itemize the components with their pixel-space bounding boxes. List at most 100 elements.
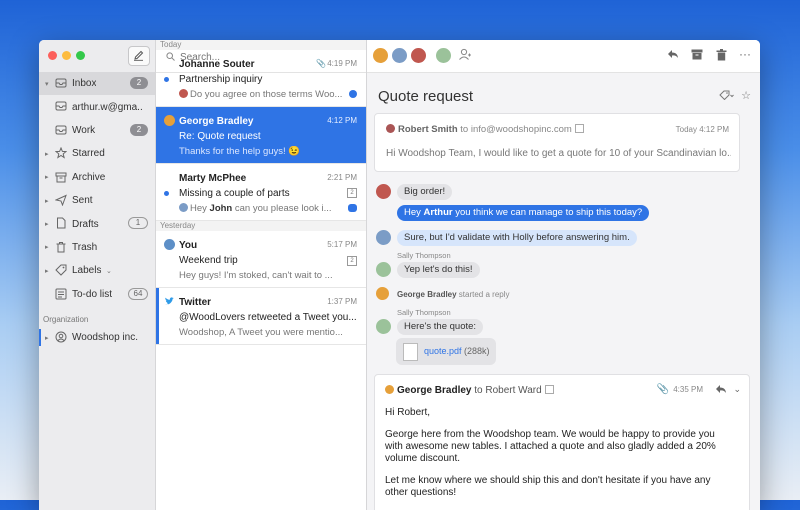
file-size: (288k) bbox=[461, 346, 490, 356]
message-subject: Missing a couple of parts bbox=[179, 188, 290, 199]
message-sender: You bbox=[179, 240, 198, 251]
message-preview: Hey guys! I'm stoked, can't wait to ... bbox=[179, 270, 333, 281]
reply-icon[interactable] bbox=[666, 49, 680, 63]
sidebar-item-label: Drafts bbox=[72, 218, 99, 230]
message-sender: Twitter bbox=[179, 297, 212, 308]
expand-arrow-icon[interactable]: ▸ bbox=[45, 220, 49, 228]
sidebar-item-trash[interactable]: ▸ Trash bbox=[39, 236, 155, 259]
sidebar-item-drafts[interactable]: ▸ Drafts 1 bbox=[39, 212, 155, 235]
avatar bbox=[376, 230, 391, 245]
expand-arrow-icon[interactable]: ▸ bbox=[45, 150, 49, 158]
message-item[interactable]: You 5:17 PM 2 Weekend trip Hey guys! I'm… bbox=[156, 231, 366, 288]
minimize-window-button[interactable] bbox=[62, 51, 71, 60]
add-participant-icon[interactable] bbox=[458, 47, 473, 62]
attachment[interactable]: quote.pdf (288k) bbox=[396, 338, 496, 365]
chevron-down-icon[interactable]: ⌄ bbox=[733, 384, 741, 395]
message-subject: @WoodLovers retweeted a Tweet you... bbox=[179, 312, 357, 323]
status-text: started a reply bbox=[456, 290, 510, 299]
archive-icon[interactable] bbox=[690, 49, 704, 63]
collapse-arrow-icon[interactable]: ▾ bbox=[45, 80, 49, 88]
draft-count-badge: 1 bbox=[128, 217, 148, 230]
reply-paragraph: George here from the Woodshop team. We w… bbox=[385, 429, 716, 464]
avatar[interactable] bbox=[410, 47, 427, 64]
message-item[interactable]: Johanne Souter 📎 4:19 PM Partnership inq… bbox=[156, 50, 366, 107]
close-window-button[interactable] bbox=[48, 51, 57, 60]
sidebar-item-woodshop[interactable]: ▸ Woodshop inc. bbox=[39, 326, 155, 349]
avatar bbox=[179, 89, 188, 98]
chevron-down-icon[interactable]: ⌄ bbox=[106, 267, 112, 275]
expand-arrow-icon[interactable]: ▸ bbox=[45, 243, 49, 251]
archive-icon bbox=[55, 172, 67, 183]
unread-dot-icon bbox=[164, 77, 169, 82]
todo-count-badge: 64 bbox=[128, 287, 148, 300]
selection-indicator bbox=[39, 329, 41, 346]
sidebar-item-inbox[interactable]: ▾ Inbox 2 bbox=[39, 72, 155, 96]
zoom-window-button[interactable] bbox=[76, 51, 85, 60]
original-message[interactable]: Robert Smith to info@woodshopinc.com Tod… bbox=[374, 113, 740, 172]
expand-arrow-icon[interactable]: ▸ bbox=[45, 173, 49, 181]
bubble-text: Hey bbox=[404, 207, 424, 218]
avatar bbox=[376, 319, 391, 334]
checklist-icon bbox=[55, 288, 67, 300]
message-snippet: Hi Woodshop Team, I would like to get a … bbox=[386, 148, 731, 159]
sidebar-item-label: Labels bbox=[72, 265, 102, 277]
expand-arrow-icon[interactable]: ▸ bbox=[45, 334, 49, 342]
sender-name: Robert Smith bbox=[398, 124, 458, 135]
expand-arrow-icon[interactable]: ▸ bbox=[45, 197, 49, 205]
details-toggle-icon[interactable] bbox=[544, 385, 554, 394]
pencil-icon bbox=[134, 50, 144, 61]
inbox-icon bbox=[55, 101, 67, 111]
file-name: quote.pdf bbox=[424, 346, 462, 356]
sidebar-item-starred[interactable]: ▸ Starred bbox=[39, 142, 155, 165]
sidebar-item-label: Archive bbox=[72, 171, 106, 183]
more-options-icon[interactable]: ··· bbox=[738, 48, 752, 63]
message-preview: Woodshop, A Tweet you were mentio... bbox=[179, 327, 343, 338]
reply-body[interactable]: Hi Robert, George here from the Woodshop… bbox=[385, 407, 735, 509]
chat-bubble: Here's the quote: bbox=[397, 319, 484, 335]
sidebar-item-work[interactable]: Work 2 bbox=[39, 119, 155, 142]
message-preview: Do you agree on those terms Woo... bbox=[179, 89, 349, 100]
message-preview: Hey John can you please look i... bbox=[179, 203, 349, 214]
date-divider: Yesterday bbox=[156, 221, 366, 231]
sidebar-item-account[interactable]: arthur.w@gma... bbox=[39, 95, 155, 118]
message-item[interactable]: Marty McPhee 2:21 PM 2 Missing a couple … bbox=[156, 164, 366, 221]
avatar bbox=[179, 203, 188, 212]
sidebar-item-label: Work bbox=[72, 124, 96, 136]
sidebar-item-archive[interactable]: ▸ Archive bbox=[39, 166, 155, 189]
star-icon[interactable]: ☆ bbox=[741, 89, 751, 102]
organization-icon bbox=[55, 331, 67, 343]
message-time: 5:17 PM bbox=[327, 240, 357, 249]
details-toggle-icon[interactable] bbox=[574, 124, 584, 133]
chat-bubble: Big order! bbox=[397, 184, 453, 200]
sidebar-item-sent[interactable]: ▸ Sent bbox=[39, 189, 155, 212]
trash-icon bbox=[56, 241, 66, 253]
avatar[interactable] bbox=[372, 47, 389, 64]
message-list: Today Johanne Souter 📎 4:19 PM Partnersh… bbox=[156, 40, 367, 510]
sidebar-item-todo[interactable]: To-do list 64 bbox=[39, 283, 155, 306]
sidebar-item-label: Sent bbox=[72, 195, 93, 207]
message-item[interactable]: Twitter 1:37 PM @WoodLovers retweeted a … bbox=[156, 288, 366, 345]
message-sender: George Bradley bbox=[179, 116, 254, 127]
preview-text: Hey bbox=[190, 203, 210, 214]
expand-arrow-icon[interactable]: ▸ bbox=[45, 267, 49, 275]
message-preview: Thanks for the help guys! 😉 bbox=[179, 146, 301, 157]
reply-composer[interactable]: George Bradley to Robert Ward 📎 4:35 PM … bbox=[374, 374, 750, 510]
thread-count-icon: 2 bbox=[347, 256, 357, 266]
message-sender: Marty McPhee bbox=[179, 173, 247, 184]
chat-bubble: Sure, but I'd validate with Holly before… bbox=[397, 230, 637, 246]
attachment-name[interactable]: quote.pdf (288k) bbox=[424, 346, 490, 356]
trash-icon[interactable] bbox=[714, 49, 728, 63]
tag-dropdown-icon[interactable] bbox=[719, 90, 734, 103]
message-item-selected[interactable]: George Bradley 4:12 PM Re: Quote request… bbox=[156, 107, 366, 164]
sidebar: ▾ Inbox 2 arthur.w@gma... Work 2 ▸ Starr… bbox=[39, 40, 156, 510]
preview-text: Do you agree on those terms Woo... bbox=[190, 89, 343, 100]
sidebar-item-labels[interactable]: ▸ Labels ⌄ bbox=[39, 259, 155, 282]
compose-button[interactable] bbox=[128, 46, 150, 66]
avatar[interactable] bbox=[435, 47, 452, 64]
message-header: Robert Smith to info@woodshopinc.com bbox=[386, 124, 584, 135]
avatar[interactable] bbox=[391, 47, 408, 64]
avatar bbox=[164, 239, 175, 250]
reply-icon[interactable] bbox=[715, 384, 727, 397]
message-subject: Re: Quote request bbox=[179, 131, 261, 142]
attachment-icon[interactable]: 📎 bbox=[657, 384, 669, 395]
